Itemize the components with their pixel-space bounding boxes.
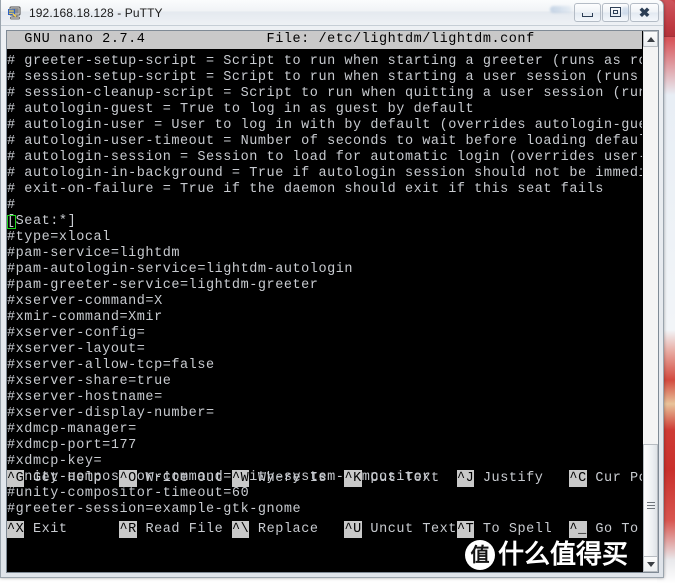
nano-text-line: # greeter-setup-script = Script to run w… — [7, 54, 642, 69]
close-button[interactable]: ✖ — [630, 2, 659, 22]
nano-shortcut-label: Where Is — [249, 471, 345, 486]
nano-shortcut-label: Replace — [249, 522, 345, 537]
nano-text-line: [Seat:*] — [7, 214, 77, 229]
nano-text-line: # autologin-user-timeout = Number of sec… — [7, 134, 642, 149]
nano-shortcut-key: ^R — [119, 521, 137, 538]
nano-shortcut-key: ^J — [456, 470, 475, 487]
nano-shortcut[interactable]: ^\ Replace — [231, 521, 345, 538]
nano-shortcut-label: To Spell — [474, 522, 570, 537]
scrollbar-grip-icon — [646, 501, 655, 509]
nano-shortcut-key: ^K — [344, 470, 362, 487]
nano-text-line: # autologin-session = Session to load fo… — [7, 150, 642, 165]
nano-shortcut-label: Justify — [474, 471, 570, 486]
nano-shortcut[interactable]: ^C Cur Pos — [569, 470, 642, 487]
nano-text-line: #xserver-layout= — [7, 342, 146, 357]
nano-shortcut-row-1: ^G Get Help ^O Write Out ^W Where Is ^K … — [7, 470, 642, 487]
nano-shortcut-label: Get Help — [24, 471, 120, 486]
nano-shortcut-key: ^O — [119, 470, 137, 487]
chevron-down-icon — [646, 561, 655, 567]
window-controls: ✖ — [573, 1, 659, 23]
nano-text-line: #pam-service=lightdm — [7, 246, 181, 261]
nano-text-line: # autologin-guest = True to log in as gu… — [7, 102, 475, 117]
putty-window: 192.168.18.128 - PuTTY ✖ GNU nano 2.7.4 … — [0, 0, 664, 578]
nano-shortcut-key: ^T — [456, 521, 475, 538]
nano-text-line: #xserver-hostname= — [7, 390, 163, 405]
nano-text-line: # autologin-user = User to log in with b… — [7, 118, 642, 133]
nano-shortcut-key: ^U — [344, 521, 362, 538]
nano-text-line: #pam-autologin-service=lightdm-autologin — [7, 262, 354, 277]
nano-shortcut-key: ^_ — [569, 521, 587, 538]
nano-shortcut[interactable]: ^U Uncut Text — [344, 521, 456, 538]
scrollbar-track[interactable] — [643, 47, 658, 567]
nano-text-line: #type=xlocal — [7, 230, 111, 245]
titlebar-artifact-2 — [622, 7, 629, 15]
scrollbar-up-button[interactable] — [643, 31, 658, 47]
desktop-root: 192.168.18.128 - PuTTY ✖ GNU nano 2.7.4 … — [0, 0, 675, 584]
scrollbar-down-button[interactable] — [643, 556, 658, 572]
nano-shortcut[interactable]: ^_ Go To Line — [569, 521, 642, 538]
window-titlebar[interactable]: 192.168.18.128 - PuTTY ✖ — [1, 0, 663, 26]
window-title: 192.168.18.128 - PuTTY — [29, 5, 163, 20]
minimize-icon — [582, 12, 593, 17]
nano-shortcut[interactable]: ^R Read File — [119, 521, 231, 538]
nano-shortcut-label: Go To Line — [595, 522, 639, 537]
nano-shortcut[interactable]: ^W Where Is — [231, 470, 345, 487]
nano-text-line: #xserver-display-number= — [7, 406, 215, 421]
window-client-area: GNU nano 2.7.4 File: /etc/lightdm/lightd… — [1, 26, 663, 577]
terminal-frame: GNU nano 2.7.4 File: /etc/lightdm/lightd… — [6, 30, 659, 573]
scrollbar-thumb[interactable] — [643, 444, 658, 567]
nano-shortcut[interactable]: ^O Write Out — [119, 470, 231, 487]
nano-shortcut-key: ^X — [7, 521, 25, 538]
minimize-button[interactable] — [574, 2, 601, 22]
nano-text-line: #xserver-config= — [7, 326, 146, 341]
titlebar-artifact — [550, 6, 572, 13]
nano-text-line: #pam-greeter-service=lightdm-greeter — [7, 278, 319, 293]
nano-shortcut-key: ^C — [569, 470, 587, 487]
nano-text-line: #xserver-allow-tcp=false — [7, 358, 215, 373]
nano-text-line: #xserver-command=X — [7, 294, 163, 309]
nano-header-bar: GNU nano 2.7.4 File: /etc/lightdm/lightd… — [7, 31, 642, 49]
nano-text-line: # session-setup-script = Script to run w… — [7, 70, 642, 85]
nano-shortcut-label: Cur Pos — [595, 471, 642, 486]
nano-text-line: # — [7, 198, 16, 213]
nano-shortcut-key: ^G — [7, 470, 25, 487]
nano-text-line: # autologin-in-background = True if auto… — [7, 166, 642, 181]
nano-shortcut-row-2: ^X Exit ^R Read File ^\ Replace ^U Uncut… — [7, 521, 642, 538]
terminal-screen[interactable]: GNU nano 2.7.4 File: /etc/lightdm/lightd… — [7, 31, 642, 572]
terminal-scrollbar[interactable] — [642, 31, 658, 572]
nano-text-line: # session-cleanup-script = Script to run… — [7, 86, 642, 101]
nano-text-line: #xserver-share=true — [7, 374, 172, 389]
nano-shortcut[interactable]: ^J Justify — [456, 470, 570, 487]
nano-shortcut-label: Cut Text — [361, 471, 457, 486]
nano-shortcut[interactable]: ^G Get Help — [7, 470, 119, 487]
chevron-up-icon — [646, 36, 655, 42]
nano-shortcut-label: Exit — [24, 522, 120, 537]
nano-shortcut-key: ^W — [231, 470, 250, 487]
nano-shortcut-bar: ^G Get Help ^O Write Out ^W Where Is ^K … — [7, 436, 642, 572]
nano-shortcut[interactable]: ^K Cut Text — [344, 470, 456, 487]
maximize-icon — [610, 7, 621, 17]
nano-shortcut-label: Write Out — [136, 471, 232, 486]
text-cursor: [ — [7, 214, 16, 229]
putty-icon — [7, 5, 23, 21]
nano-shortcut[interactable]: ^X Exit — [7, 521, 119, 538]
nano-text-line: # exit-on-failure = True if the daemon s… — [7, 182, 604, 197]
nano-shortcut[interactable]: ^T To Spell — [456, 521, 570, 538]
nano-shortcut-label: Read File — [136, 522, 232, 537]
nano-shortcut-label: Uncut Text — [361, 522, 457, 537]
nano-shortcut-key: ^\ — [231, 521, 250, 538]
nano-text-line: #xmir-command=Xmir — [7, 310, 163, 325]
close-icon: ✖ — [638, 4, 651, 20]
